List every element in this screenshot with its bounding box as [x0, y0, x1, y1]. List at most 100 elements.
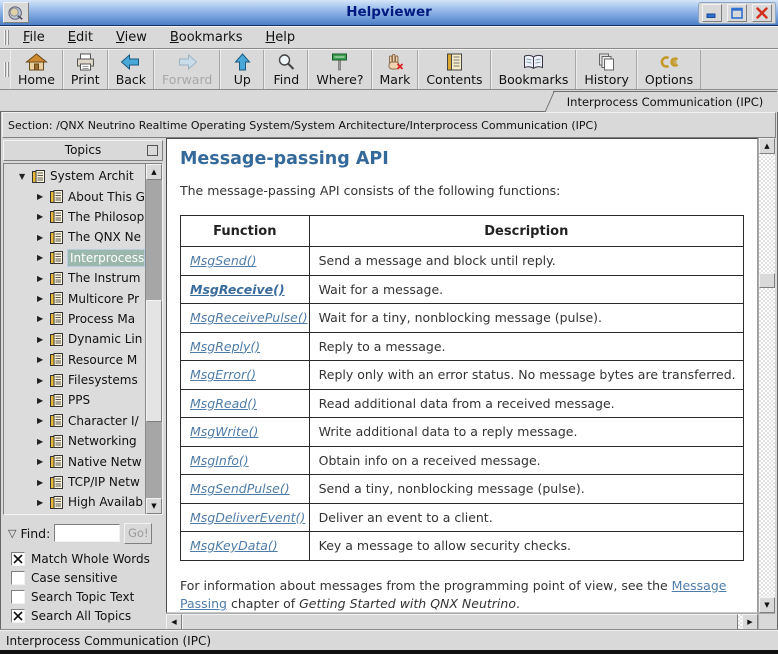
scroll-left-icon[interactable]: ◀ [166, 614, 182, 630]
function-link[interactable]: MsgRead() [190, 396, 257, 411]
tree-item-dynamic-lin[interactable]: ▶ Dynamic Lin [5, 329, 144, 349]
function-link[interactable]: MsgReceive() [190, 282, 285, 297]
triangle-right-icon[interactable]: ▶ [37, 335, 49, 344]
function-link[interactable]: MsgInfo() [190, 453, 249, 468]
where-button[interactable]: Where? [308, 50, 371, 89]
triangle-down-icon[interactable]: ▼ [19, 172, 31, 181]
menu-file[interactable]: File [23, 30, 45, 45]
contents-button[interactable]: Contents [418, 50, 490, 89]
tree-item-tcp-ip-netw[interactable]: ▶TCP/IP Netw [5, 472, 144, 492]
print-button[interactable]: Print [63, 50, 108, 89]
scroll-up-icon[interactable]: ▲ [146, 164, 162, 180]
options-button[interactable]: Options [637, 50, 701, 89]
scroll-down-icon[interactable]: ▼ [146, 498, 162, 514]
tree-item-high-availab[interactable]: ▶High Availab [5, 492, 144, 512]
table-row: MsgRead()Read additional data from a rec… [181, 389, 744, 418]
find-button[interactable]: Find [264, 50, 308, 89]
triangle-right-icon[interactable]: ▶ [37, 437, 49, 446]
function-link[interactable]: MsgDeliverEvent() [190, 510, 305, 525]
tree-item-the-instrum[interactable]: ▶The Instrum [5, 268, 144, 288]
tree-item-character-i[interactable]: ▶Character I/ [5, 411, 144, 431]
menu-edit[interactable]: Edit [68, 30, 93, 45]
collapse-triangle-icon[interactable]: ▽ [8, 527, 16, 540]
table-row: MsgInfo()Obtain info on a received messa… [181, 446, 744, 475]
horizontal-scrollbar[interactable]: ◀ ▶ [166, 613, 758, 630]
scroll-up-icon[interactable]: ▲ [759, 138, 775, 154]
tree-item-interprocess[interactable]: ▶Interprocess [5, 248, 144, 268]
tree-item-native-netw[interactable]: ▶Native Netw [5, 451, 144, 471]
checkbox-icon[interactable] [11, 571, 25, 585]
tree-item-process-ma[interactable]: ▶Process Ma [5, 309, 144, 329]
tree-item-multicore-pr[interactable]: ▶Multicore Pr [5, 288, 144, 308]
helpviewer-window: Helpviewer [0, 0, 778, 654]
tree-item-networking[interactable]: ▶Networking [5, 431, 144, 451]
menu-bookmarks[interactable]: Bookmarks [170, 30, 243, 45]
tree-item-filesystems[interactable]: ▶Filesystems [5, 370, 144, 390]
checkbox-icon[interactable] [11, 552, 25, 566]
home-button[interactable]: Home [10, 50, 63, 89]
book-icon [49, 475, 65, 490]
tree-item-label: The QNX Ne [68, 230, 141, 244]
triangle-right-icon[interactable]: ▶ [37, 192, 49, 201]
back-button[interactable]: Back [108, 50, 154, 89]
tree-item-about-this-g[interactable]: ▶About This G [5, 186, 144, 206]
triangle-right-icon[interactable]: ▶ [37, 478, 49, 487]
tree-scrollbar[interactable]: ▲ ▼ [145, 164, 162, 514]
vertical-scroll-thumb[interactable] [759, 273, 775, 288]
function-link[interactable]: MsgSendPulse() [190, 481, 290, 496]
menu-help[interactable]: Help [265, 30, 295, 45]
triangle-right-icon[interactable]: ▶ [37, 416, 49, 425]
checkbox-icon[interactable] [11, 590, 25, 604]
function-description: Write additional data to a reply message… [309, 418, 743, 447]
bookmarks-button[interactable]: Bookmarks [491, 50, 577, 89]
maximize-button[interactable] [727, 4, 747, 22]
tree-scroll-thumb[interactable] [146, 300, 162, 422]
tree-item-pps[interactable]: ▶PPS [5, 390, 144, 410]
mark-button[interactable]: Mark [372, 50, 419, 89]
triangle-right-icon[interactable]: ▶ [37, 396, 49, 405]
history-button[interactable]: History [576, 50, 636, 89]
function-link[interactable]: MsgWrite() [190, 424, 258, 439]
triangle-right-icon[interactable]: ▶ [37, 314, 49, 323]
close-button[interactable] [752, 4, 772, 22]
checkbox-icon[interactable] [11, 609, 25, 623]
up-button[interactable]: Up [220, 50, 264, 89]
function-link[interactable]: MsgKeyData() [190, 538, 278, 553]
tree-item-label: Dynamic Lin [68, 332, 142, 346]
find-input[interactable] [54, 524, 120, 542]
tree-item-resource-m[interactable]: ▶Resource M [5, 350, 144, 370]
tab-interprocess-communication[interactable]: Interprocess Communication (IPC) [553, 91, 777, 112]
go-button[interactable]: Go! [124, 523, 152, 544]
menu-view[interactable]: View [116, 30, 147, 45]
title-bar[interactable]: Helpviewer [0, 0, 778, 26]
detach-panel-button[interactable] [147, 145, 158, 156]
tree-item-the-philosop[interactable]: ▶The Philosop [5, 207, 144, 227]
triangle-right-icon[interactable]: ▶ [37, 457, 49, 466]
tree-item-system-archit[interactable]: ▼System Archit [5, 166, 144, 186]
scroll-right-icon[interactable]: ▶ [742, 614, 758, 630]
checkbox-match-whole-words[interactable]: Match Whole Words [11, 549, 163, 568]
checkbox-search-all-topics[interactable]: Search All Topics [11, 607, 163, 626]
tree-item-the-qnx-ne[interactable]: ▶ The QNX Ne [5, 227, 144, 247]
function-link[interactable]: MsgReceivePulse() [190, 310, 308, 325]
triangle-right-icon[interactable]: ▶ [37, 274, 49, 283]
function-link[interactable]: MsgReply() [190, 339, 260, 354]
checkbox-case-sensitive[interactable]: Case sensitive [11, 568, 163, 587]
triangle-right-icon[interactable]: ▶ [37, 355, 49, 364]
checkbox-search-topic-text[interactable]: Search Topic Text [11, 587, 163, 606]
triangle-right-icon[interactable]: ▶ [37, 233, 49, 242]
vertical-scrollbar[interactable]: ▲ ▼ [758, 138, 775, 613]
function-link[interactable]: MsgError() [190, 367, 256, 382]
triangle-right-icon[interactable]: ▶ [37, 294, 49, 303]
horizontal-scroll-thumb[interactable] [182, 614, 738, 630]
minimize-button[interactable] [702, 4, 722, 22]
triangle-right-icon[interactable]: ▶ [37, 212, 49, 221]
triangle-right-icon[interactable]: ▶ [37, 253, 49, 262]
forward-button[interactable]: Forward [154, 50, 220, 89]
function-link[interactable]: MsgSend() [190, 253, 256, 268]
triangle-right-icon[interactable]: ▶ [37, 498, 49, 507]
triangle-right-icon[interactable]: ▶ [37, 376, 49, 385]
book-icon [49, 271, 65, 286]
scroll-down-icon[interactable]: ▼ [759, 597, 775, 613]
book-icon [49, 352, 65, 367]
